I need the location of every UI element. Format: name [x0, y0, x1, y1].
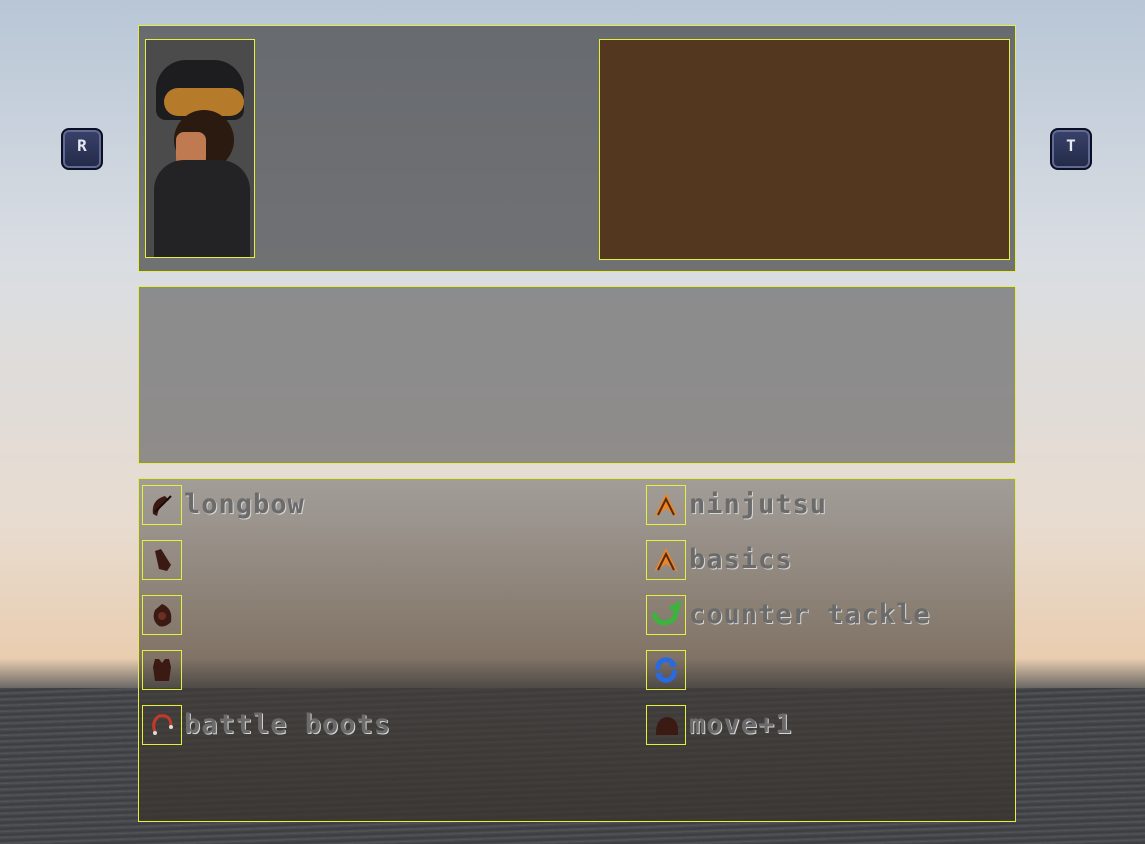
character-info-box: [599, 39, 1010, 260]
gloves-icon[interactable]: [142, 540, 182, 580]
move-icon[interactable]: [646, 705, 686, 745]
weapon-label: longbow: [184, 489, 305, 520]
helmet-icon[interactable]: [142, 595, 182, 635]
ninjutsu-icon[interactable]: [646, 485, 686, 525]
prev-key-label: R: [77, 136, 87, 155]
next-key-label: T: [1066, 136, 1076, 155]
armor-icon[interactable]: [142, 650, 182, 690]
stats-panel: [138, 286, 1016, 464]
boots-label: battle boots: [184, 709, 392, 740]
bow-icon[interactable]: [142, 485, 182, 525]
ability-label: counter tackle: [689, 599, 931, 630]
character-header-panel: [138, 25, 1016, 272]
equipment-panel: longbow battle boots ninjutsu basics cou…: [138, 478, 1016, 822]
prev-character-button[interactable]: R: [61, 128, 103, 170]
counter-tackle-icon[interactable]: [646, 595, 686, 635]
character-portrait: [145, 39, 255, 258]
ability-label: basics: [689, 544, 793, 575]
ability-label: move+1: [689, 709, 793, 740]
refresh-icon[interactable]: [646, 650, 686, 690]
boots-icon[interactable]: [142, 705, 182, 745]
ability-label: ninjutsu: [689, 489, 828, 520]
basics-icon[interactable]: [646, 540, 686, 580]
next-character-button[interactable]: T: [1050, 128, 1092, 170]
